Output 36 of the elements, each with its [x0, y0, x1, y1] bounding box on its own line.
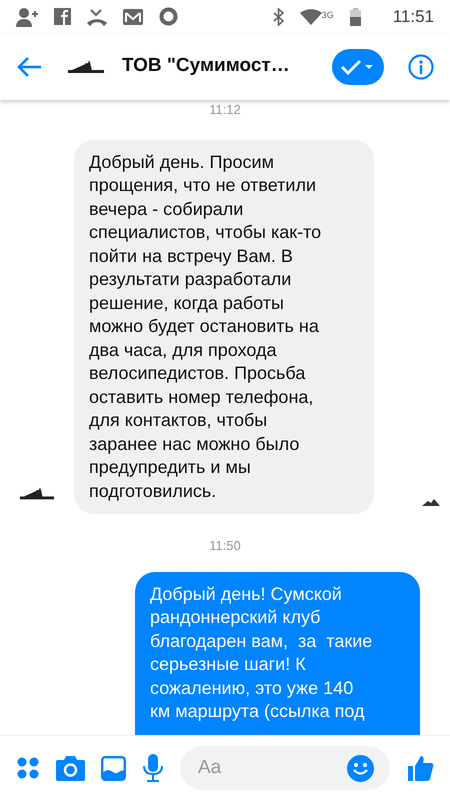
like-button[interactable]	[406, 754, 434, 782]
microphone-icon	[142, 754, 164, 782]
image-icon	[101, 756, 126, 780]
camera-icon	[56, 756, 85, 780]
thumbs-up-icon	[406, 754, 434, 782]
facebook-icon	[54, 8, 71, 25]
emoji-button[interactable]	[347, 754, 374, 782]
clock-text: 11:51	[392, 6, 434, 28]
check-icon	[340, 58, 376, 74]
wifi-icon	[300, 8, 322, 24]
microphone-button[interactable]	[142, 754, 164, 782]
camera-button[interactable]	[56, 756, 85, 780]
message-field[interactable]: Aa	[180, 746, 390, 790]
message-bubble: Добрый день. Просим прощения, что не ответили вечера - собирали специалистов, чтобы как-то пойти на встречу Вам. В результати разработали решение, когда работы можно будет остановить на два часа, для прохода велосипедистов. Просьба оставить номер телефона, для контактов, чтобы заранее нас можно было предупредить и мы подготовились.	[74, 140, 374, 514]
chat-title: ТОВ "Сумимост…	[122, 54, 290, 78]
timestamp: 11:50	[209, 537, 241, 555]
message-input[interactable]: Aa	[196, 752, 347, 784]
timestamp: 11:12	[209, 101, 241, 119]
mail-icon	[123, 8, 143, 24]
battery-icon	[350, 8, 361, 26]
info-button[interactable]	[408, 54, 434, 80]
back-button[interactable]	[16, 56, 42, 78]
apps-icon	[16, 756, 40, 780]
info-icon	[408, 54, 434, 80]
gallery-button[interactable]	[101, 756, 126, 780]
smiley-icon	[347, 754, 374, 782]
company-logo	[66, 60, 106, 74]
person-add-icon	[16, 6, 38, 26]
bluetooth-icon	[272, 8, 284, 26]
check-menu-button[interactable]	[332, 48, 384, 84]
back-arrow-icon	[16, 56, 42, 78]
network-label: 3G	[322, 8, 334, 22]
missed-call-icon	[87, 8, 107, 26]
message-bubble: Добрый день! Сумской рандоннерский клуб благодарен вам, за такие серьезные шаги! К сожалению, это уже 140 км маршрута (ссылка под	[135, 572, 420, 735]
sender-avatar	[18, 486, 56, 500]
apps-button[interactable]	[16, 756, 40, 780]
